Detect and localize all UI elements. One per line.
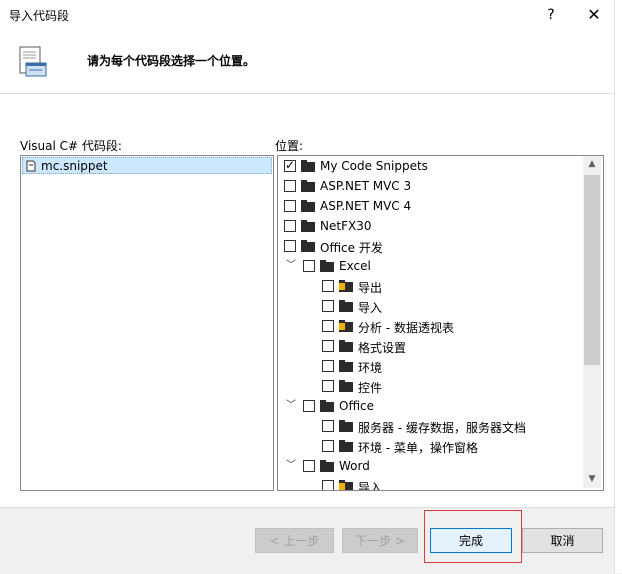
- tree-item-label: NetFX30: [320, 219, 372, 233]
- tree-item-label: Office 开发: [320, 241, 383, 255]
- tree-checkbox[interactable]: [284, 200, 296, 212]
- folder-icon: [339, 360, 353, 372]
- tree-item-label: ASP.NET MVC 4: [320, 199, 412, 213]
- folder-icon: [320, 260, 334, 272]
- folder-icon: [301, 220, 315, 232]
- location-label: 位置:: [275, 139, 304, 153]
- tree-item[interactable]: 导入: [278, 477, 583, 491]
- tree-item-label: My Code Snippets: [320, 159, 428, 173]
- tree-item-label: 控件: [358, 381, 383, 395]
- tree-item-label: 环境 - 菜单，操作窗格: [358, 441, 478, 455]
- title-bar: 导入代码段 ? ✕: [0, 0, 622, 30]
- window-edge: [614, 0, 622, 573]
- close-button[interactable]: ✕: [583, 5, 605, 25]
- folder-icon: [339, 300, 353, 312]
- folder-icon: [301, 200, 315, 212]
- tree-checkbox[interactable]: [322, 340, 334, 352]
- tree-item-label: Word: [339, 459, 370, 473]
- tree-item[interactable]: 导入: [278, 297, 583, 317]
- chevron-down-icon[interactable]: ﹀: [286, 401, 296, 411]
- tree-item[interactable]: 导出: [278, 277, 583, 297]
- snippet-file-icon: [25, 160, 37, 172]
- tree-item[interactable]: 环境: [278, 357, 583, 377]
- window-title: 导入代码段: [9, 9, 70, 23]
- tree-item-label: 环境: [358, 361, 383, 375]
- folder-warning-icon: [339, 320, 353, 332]
- snippet-document-icon: [18, 46, 48, 78]
- tree-item-label: 导入: [358, 301, 383, 315]
- snippets-label: Visual C# 代码段:: [20, 139, 122, 153]
- folder-icon: [339, 340, 353, 352]
- folder-icon: [301, 160, 315, 172]
- tree-item[interactable]: 格式设置: [278, 337, 583, 357]
- tree-checkbox[interactable]: [322, 320, 334, 332]
- tree-item-label: 分析 - 数据透视表: [358, 321, 454, 335]
- help-button[interactable]: ?: [541, 5, 561, 25]
- tree-checkbox[interactable]: [284, 158, 296, 172]
- folder-icon: [339, 440, 353, 452]
- tree-checkbox[interactable]: [322, 440, 334, 452]
- tree-item[interactable]: ﹀ Office: [278, 397, 583, 417]
- tree-scrollbar[interactable]: ▲ ▼: [583, 156, 601, 488]
- tree-item[interactable]: ﹀ Word: [278, 457, 583, 477]
- tree-checkbox[interactable]: [322, 300, 334, 312]
- next-button[interactable]: 下一步 >: [342, 528, 418, 553]
- tree-item[interactable]: ASP.NET MVC 3: [278, 177, 583, 197]
- tree-item[interactable]: NetFX30: [278, 217, 583, 237]
- tree-checkbox[interactable]: [284, 220, 296, 232]
- tree-checkbox[interactable]: [322, 420, 334, 432]
- folder-icon: [339, 420, 353, 432]
- tree-item[interactable]: ﹀ Excel: [278, 257, 583, 277]
- tree-checkbox[interactable]: [303, 260, 315, 272]
- scroll-down-icon[interactable]: ▼: [583, 471, 601, 488]
- folder-icon: [339, 380, 353, 392]
- scroll-up-icon[interactable]: ▲: [583, 156, 601, 173]
- cancel-button[interactable]: 取消: [522, 528, 603, 553]
- tree-checkbox[interactable]: [322, 360, 334, 372]
- folder-icon: [320, 460, 334, 472]
- tree-item-label: Office: [339, 399, 375, 413]
- tree-item[interactable]: Office 开发: [278, 237, 583, 257]
- tree-item-label: 格式设置: [358, 341, 407, 355]
- tree-checkbox[interactable]: [322, 380, 334, 392]
- tree-checkbox[interactable]: [303, 400, 315, 412]
- tree-item[interactable]: My Code Snippets: [278, 157, 583, 177]
- tree-checkbox[interactable]: [303, 460, 315, 472]
- list-item[interactable]: mc.snippet: [22, 157, 272, 174]
- tree-item-label: 导出: [358, 281, 383, 295]
- tree-item-label: ASP.NET MVC 3: [320, 179, 412, 193]
- tree-checkbox[interactable]: [284, 240, 296, 252]
- tree-item[interactable]: 分析 - 数据透视表: [278, 317, 583, 337]
- chevron-down-icon[interactable]: ﹀: [286, 461, 296, 471]
- tree-item-label: 服务器 - 缓存数据，服务器文档: [358, 421, 526, 435]
- finish-button[interactable]: 完成: [430, 528, 512, 553]
- snippet-list[interactable]: mc.snippet: [20, 155, 274, 491]
- tree-checkbox[interactable]: [322, 480, 334, 490]
- tree-item[interactable]: 服务器 - 缓存数据，服务器文档: [278, 417, 583, 437]
- tree-item[interactable]: 控件: [278, 377, 583, 397]
- folder-warning-icon: [339, 280, 353, 292]
- folder-icon: [320, 400, 334, 412]
- scrollbar-thumb[interactable]: [584, 175, 600, 365]
- tree-checkbox[interactable]: [322, 280, 334, 292]
- location-tree[interactable]: My Code Snippets ASP.NET MVC 3 ASP.NET M…: [277, 155, 604, 491]
- prev-button[interactable]: < 上一步: [255, 528, 334, 553]
- tree-item-label: Excel: [339, 259, 371, 273]
- folder-icon: [301, 180, 315, 192]
- tree-item[interactable]: ASP.NET MVC 4: [278, 197, 583, 217]
- instruction-text: 请为每个代码段选择一个位置。: [87, 54, 256, 68]
- dialog-header: 请为每个代码段选择一个位置。: [0, 30, 622, 94]
- tree-checkbox[interactable]: [284, 180, 296, 192]
- list-item-label: mc.snippet: [41, 159, 108, 173]
- folder-icon: [301, 240, 315, 252]
- tree-item-label: 导入: [358, 481, 383, 491]
- tree-item[interactable]: 环境 - 菜单，操作窗格: [278, 437, 583, 457]
- chevron-down-icon[interactable]: ﹀: [286, 261, 296, 271]
- folder-warning-icon: [339, 480, 353, 490]
